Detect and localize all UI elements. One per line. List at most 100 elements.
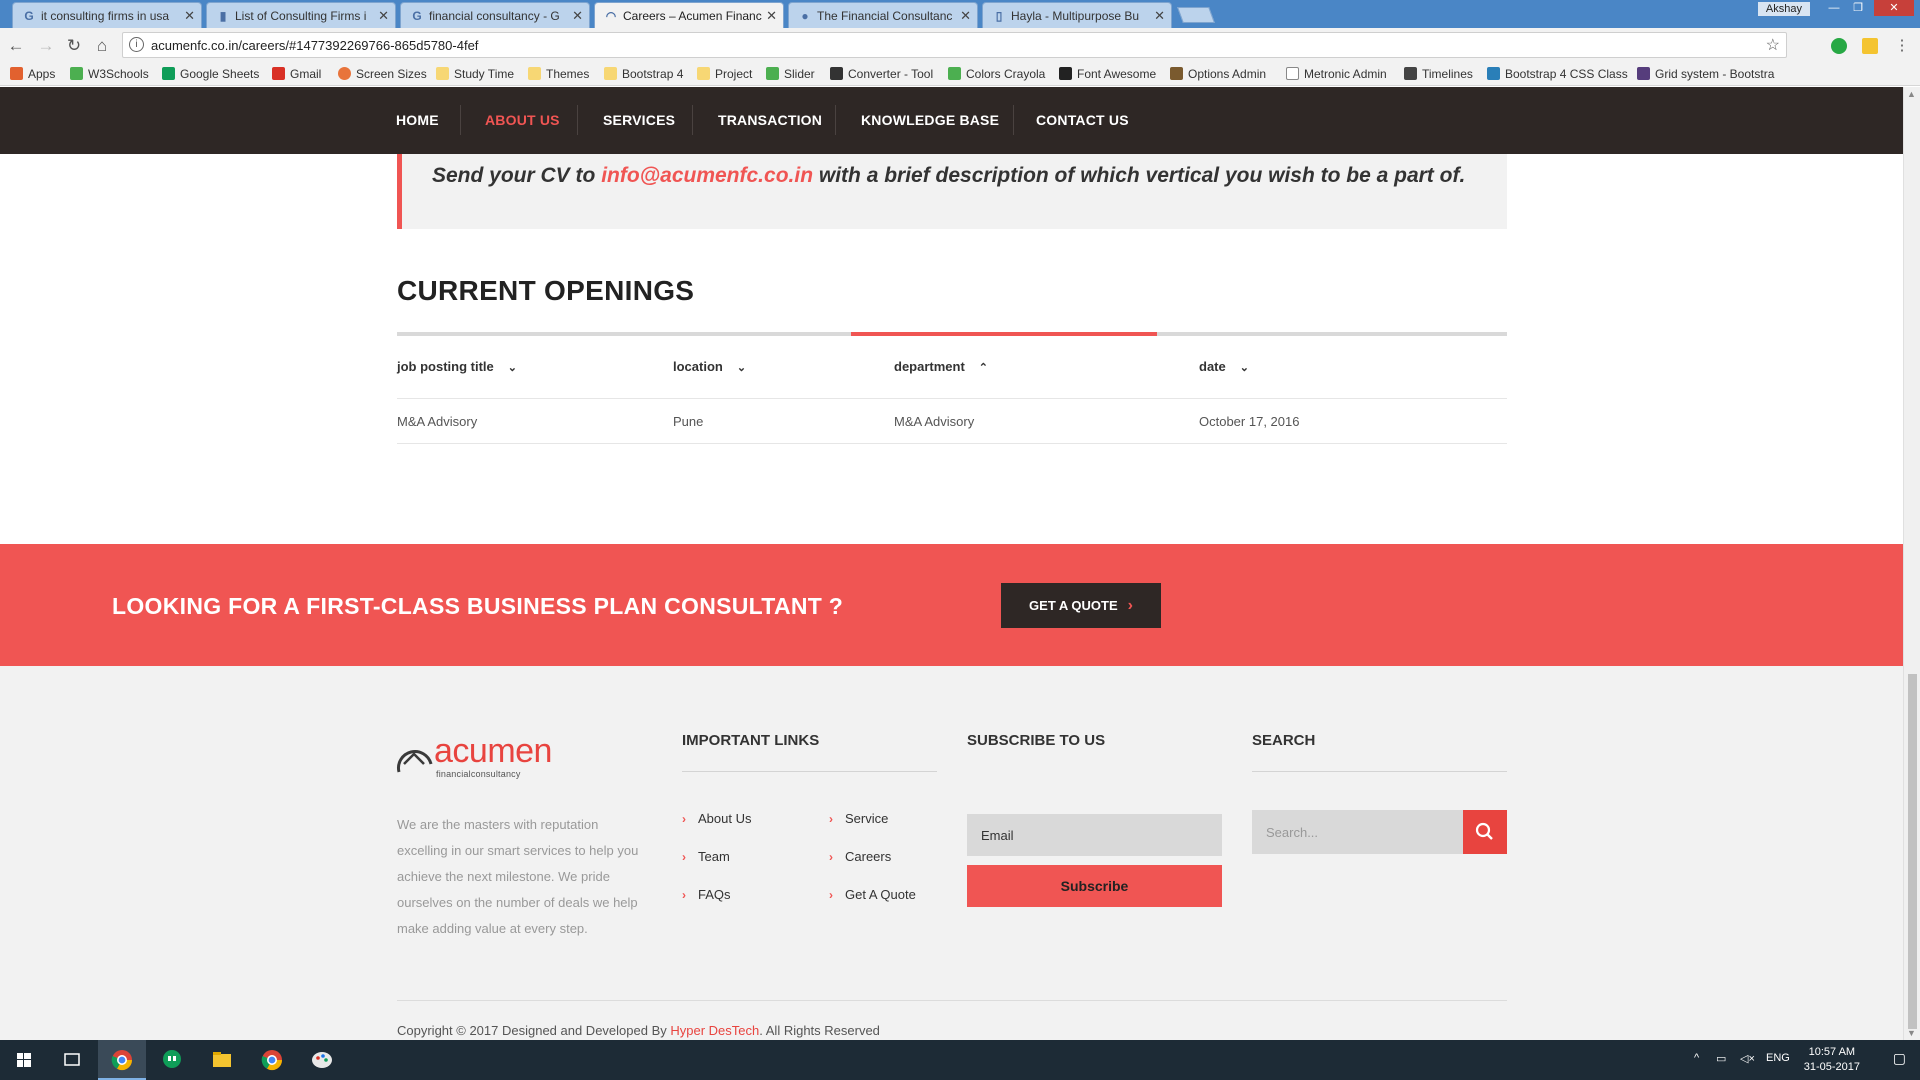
- bookmark-apps[interactable]: Apps: [10, 67, 55, 81]
- bookmark-font-awesome[interactable]: Font Awesome: [1059, 67, 1156, 81]
- nav-about-us[interactable]: ABOUT US: [485, 112, 560, 128]
- input-language[interactable]: ENG: [1766, 1052, 1790, 1064]
- bookmark-project[interactable]: Project: [697, 67, 752, 81]
- bookmark-colors-crayola[interactable]: Colors Crayola: [948, 67, 1045, 81]
- chevron-right-icon: ›: [682, 812, 686, 826]
- subscribe-heading: SUBSCRIBE TO US: [967, 732, 1106, 749]
- url-bar[interactable]: i acumenfc.co.in/careers/#1477392269766-…: [122, 32, 1787, 58]
- bookmark-slider[interactable]: Slider: [766, 67, 815, 81]
- start-button[interactable]: [0, 1040, 48, 1080]
- bookmark-metronic-admin[interactable]: Metronic Admin: [1286, 67, 1387, 81]
- nav-transaction[interactable]: TRANSACTION: [718, 112, 822, 128]
- menu-dots-icon[interactable]: ⋮: [1892, 36, 1912, 56]
- footer-link-about-us[interactable]: › About Us: [682, 811, 751, 826]
- search-submit-button[interactable]: [1463, 810, 1507, 854]
- bookmark-timelines[interactable]: Timelines: [1404, 67, 1473, 81]
- nav-services[interactable]: SERVICES: [603, 112, 675, 128]
- nav-knowledge-base[interactable]: KNOWLEDGE BASE: [861, 112, 999, 128]
- browser-tab-1[interactable]: G it consulting firms in usa ✕: [12, 2, 202, 28]
- footer-link-faqs[interactable]: › FAQs: [682, 887, 731, 902]
- close-window-icon[interactable]: ✕: [1874, 0, 1914, 16]
- clock-time: 10:57 AM: [1808, 1046, 1856, 1058]
- chevron-right-icon: ›: [682, 850, 686, 864]
- taskbar-chrome-active[interactable]: [98, 1040, 146, 1080]
- home-icon[interactable]: ⌂: [92, 36, 112, 56]
- cell-job-title[interactable]: M&A Advisory: [397, 414, 477, 429]
- bookmark-themes[interactable]: Themes: [528, 67, 589, 81]
- footer-link-careers[interactable]: › Careers: [829, 849, 891, 864]
- back-arrow-icon[interactable]: ←: [6, 36, 26, 56]
- bookmark-w3schools[interactable]: W3Schools: [70, 67, 149, 81]
- browser-tab-3[interactable]: G financial consultancy - G ✕: [400, 2, 590, 28]
- extension-star-icon[interactable]: [1862, 38, 1878, 54]
- page-icon: [1286, 67, 1299, 80]
- close-tab-icon[interactable]: ✕: [766, 8, 777, 24]
- subscribe-button[interactable]: Subscribe: [967, 865, 1222, 907]
- system-clock[interactable]: 10:57 AM 31-05-2017: [1804, 1045, 1860, 1075]
- acumen-logo[interactable]: acumen financialconsultancy: [396, 732, 556, 782]
- taskbar-paint[interactable]: [298, 1040, 346, 1080]
- volume-mute-icon[interactable]: ◁×: [1740, 1052, 1755, 1065]
- profile-user-button[interactable]: Akshay: [1757, 2, 1810, 16]
- bookmark-grid-system[interactable]: Grid system - Bootstra: [1637, 67, 1774, 81]
- extension-green-icon[interactable]: [1831, 38, 1847, 54]
- browser-tab-2[interactable]: ▮ List of Consulting Firms i ✕: [206, 2, 396, 28]
- new-tab-button[interactable]: [1177, 7, 1215, 23]
- close-tab-icon[interactable]: ✕: [572, 8, 583, 24]
- get-a-quote-button[interactable]: GET A QUOTE ›: [1001, 583, 1161, 628]
- bookmark-study-time[interactable]: Study Time: [436, 67, 514, 81]
- footer-link-get-a-quote[interactable]: › Get A Quote: [829, 887, 916, 902]
- close-tab-icon[interactable]: ✕: [378, 8, 389, 24]
- folder-icon: [604, 67, 617, 80]
- reload-icon[interactable]: ↻: [64, 36, 84, 56]
- col-date[interactable]: date ⌄: [1199, 359, 1249, 374]
- nav-home[interactable]: HOME: [396, 112, 439, 128]
- folder-icon: [213, 1052, 231, 1067]
- page-scrollbar[interactable]: ▲ ▼: [1903, 87, 1920, 1040]
- bookmark-converter[interactable]: Converter - Tool: [830, 67, 933, 81]
- bookmark-google-sheets[interactable]: Google Sheets: [162, 67, 259, 81]
- scroll-up-arrow-icon[interactable]: ▲: [1907, 89, 1916, 99]
- bookmark-gmail[interactable]: Gmail: [272, 67, 321, 81]
- minimize-icon[interactable]: —: [1822, 0, 1846, 16]
- close-tab-icon[interactable]: ✕: [960, 8, 971, 24]
- nav-divider: [692, 105, 693, 135]
- browser-tab-6[interactable]: ▯ Hayla - Multipurpose Bu ✕: [982, 2, 1172, 28]
- taskbar-hangouts[interactable]: [148, 1040, 196, 1080]
- developer-link[interactable]: Hyper DesTech: [670, 1023, 759, 1038]
- bookmark-bootstrap4[interactable]: Bootstrap 4: [604, 67, 683, 81]
- bookmark-options-admin[interactable]: Options Admin: [1170, 67, 1266, 81]
- footer-search-input[interactable]: [1252, 810, 1463, 854]
- restore-icon[interactable]: ❐: [1846, 0, 1870, 16]
- browser-tab-5[interactable]: ● The Financial Consultanc ✕: [788, 2, 978, 28]
- notifications-icon[interactable]: ▢: [1893, 1050, 1906, 1067]
- task-view-button[interactable]: [48, 1040, 96, 1080]
- scroll-down-arrow-icon[interactable]: ▼: [1907, 1028, 1916, 1038]
- subscribe-email-input[interactable]: [967, 814, 1222, 856]
- close-tab-icon[interactable]: ✕: [1154, 8, 1165, 24]
- careers-email-link[interactable]: info@acumenfc.co.in: [601, 164, 813, 187]
- w3schools-icon: [70, 67, 83, 80]
- footer-link-service[interactable]: › Service: [829, 811, 888, 826]
- footer-link-team[interactable]: › Team: [682, 849, 730, 864]
- cell-department: M&A Advisory: [894, 414, 975, 429]
- bookmark-screen-sizes[interactable]: Screen Sizes: [338, 67, 427, 81]
- close-tab-icon[interactable]: ✕: [184, 8, 195, 24]
- apps-grid-icon: [10, 67, 23, 80]
- forward-arrow-icon[interactable]: →: [36, 36, 56, 56]
- info-icon[interactable]: i: [129, 37, 144, 52]
- taskbar-chrome-2[interactable]: [248, 1040, 296, 1080]
- bookmark-bootstrap4-css-class[interactable]: Bootstrap 4 CSS Class: [1487, 67, 1628, 81]
- browser-tab-4-active[interactable]: ◠ Careers – Acumen Financ ✕: [594, 2, 784, 28]
- network-icon[interactable]: ▭: [1716, 1052, 1726, 1065]
- taskbar-file-explorer[interactable]: [198, 1040, 246, 1080]
- nav-contact-us[interactable]: CONTACT US: [1036, 112, 1129, 128]
- task-view-icon: [64, 1053, 80, 1066]
- col-location[interactable]: location ⌄: [673, 359, 746, 374]
- bookmark-star-icon[interactable]: ☆: [1766, 35, 1780, 55]
- col-job-posting-title[interactable]: job posting title ⌄: [397, 359, 517, 374]
- col-department[interactable]: department ⌃: [894, 359, 988, 374]
- scrollbar-thumb[interactable]: [1908, 674, 1917, 1029]
- tray-expand-icon[interactable]: ^: [1694, 1052, 1699, 1064]
- nav-divider: [577, 105, 578, 135]
